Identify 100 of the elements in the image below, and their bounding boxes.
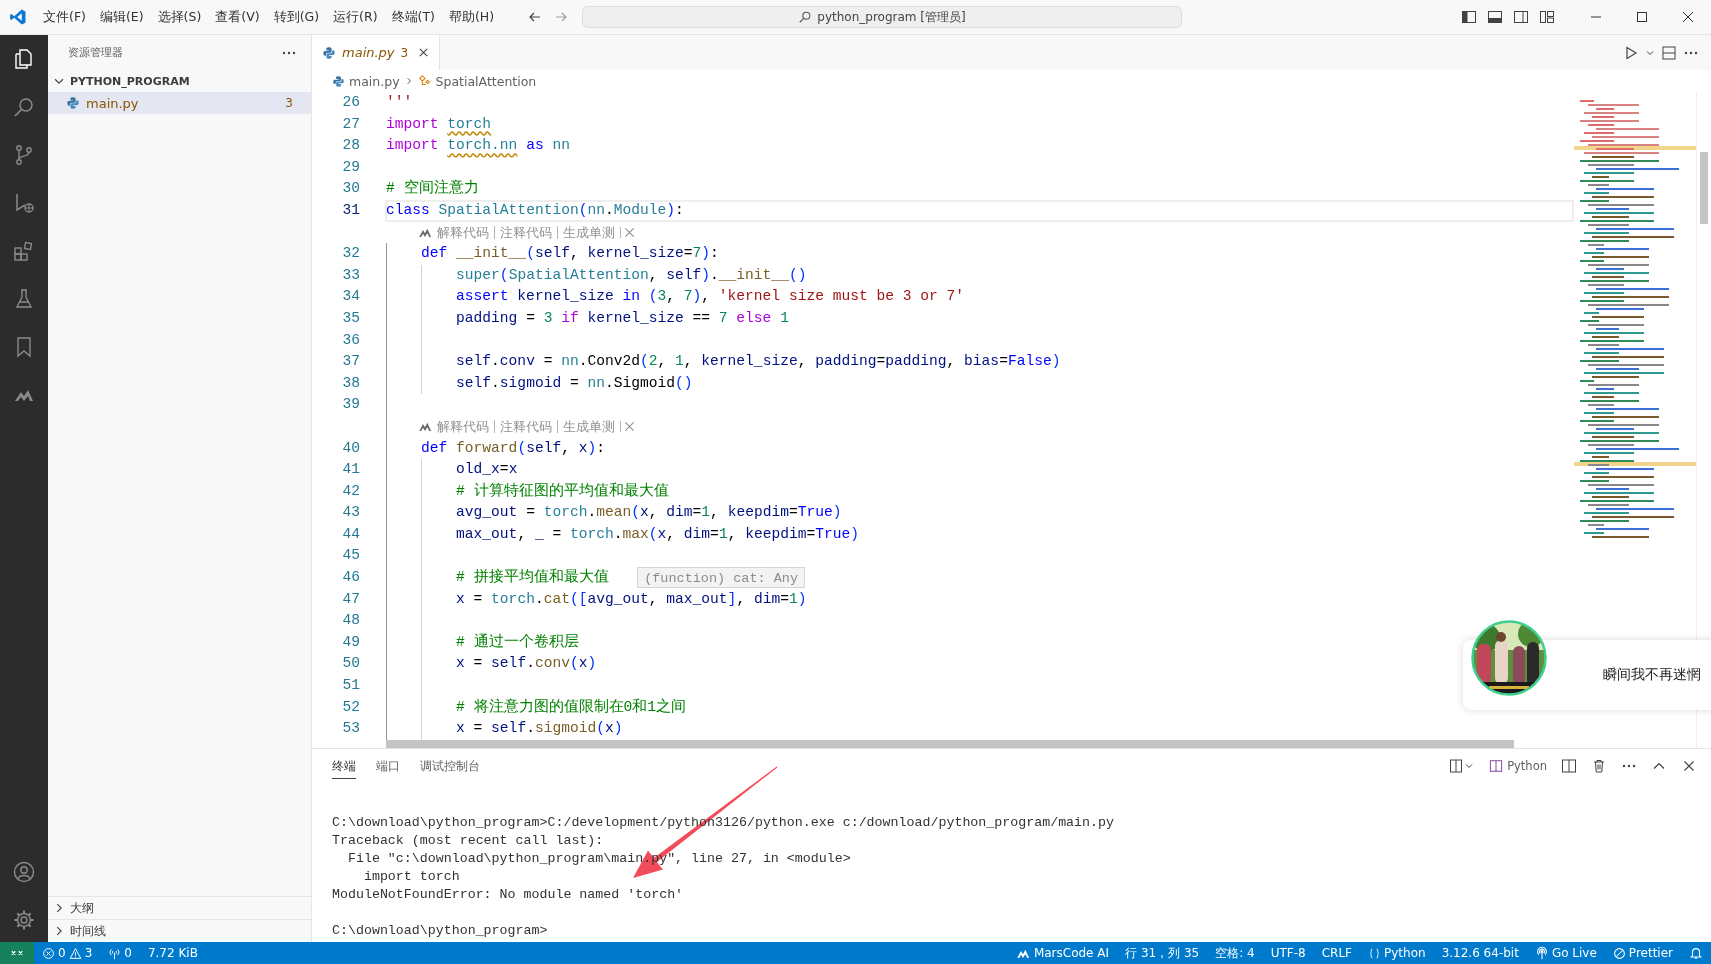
codelens-link[interactable]: 注释代码 xyxy=(493,420,557,434)
code-line: # 空间注意力 xyxy=(386,180,479,197)
run-icon[interactable] xyxy=(1623,44,1639,61)
scrollbar[interactable] xyxy=(1700,152,1708,224)
marscode-status[interactable]: MarsCode AI xyxy=(1007,942,1118,964)
line-number: 31 xyxy=(341,200,360,220)
menu-item[interactable]: 运行(R) xyxy=(327,5,384,29)
terminal-line: import torch xyxy=(362,868,461,886)
error-icon xyxy=(42,946,55,960)
remote-button[interactable] xyxy=(0,942,34,964)
language-status[interactable]: Python xyxy=(1360,942,1434,964)
status-item[interactable]: 3.12.6 64-bit xyxy=(1433,942,1527,964)
codelens-link[interactable]: 生成单测 xyxy=(556,225,620,239)
code-line: max_out, _ = torch.max(x, dim=1, keepdim=True) xyxy=(455,525,860,542)
codelens-link[interactable]: 生成单测 xyxy=(556,420,620,434)
line-number: 44 xyxy=(341,524,360,544)
code-line: def __init__(self, kernel_size=7): xyxy=(420,245,719,262)
sidebar-toggle-icon[interactable] xyxy=(1461,9,1477,25)
ports-status[interactable]: 0 xyxy=(100,942,140,964)
code-line: class SpatialAttention(nn.Module): xyxy=(386,201,684,218)
breadcrumb-item[interactable]: main.py xyxy=(349,73,400,89)
line-number: 29 xyxy=(341,157,360,177)
no-entry-icon xyxy=(1612,946,1626,960)
line-number: 36 xyxy=(341,330,360,350)
code-line: # 将注意力图的值限制在0和1之间 xyxy=(455,698,687,715)
prettier-status[interactable]: Prettier xyxy=(1604,942,1681,964)
account-icon[interactable] xyxy=(12,860,36,884)
trash-icon[interactable] xyxy=(1591,758,1607,774)
line-number: 42 xyxy=(341,481,360,501)
app-logo-icon xyxy=(9,8,27,26)
panel-toggle-icon[interactable] xyxy=(1487,9,1503,25)
python-icon xyxy=(322,45,336,60)
command-center[interactable]: python_program [管理员] xyxy=(582,6,1182,28)
code-line: self.conv = nn.Conv2d(2, 1, kernel_size, padding=padding, bias=False) xyxy=(455,353,1061,370)
status-item[interactable]: 空格: 4 xyxy=(1207,942,1263,964)
warning-icon xyxy=(68,946,82,960)
status-item[interactable]: CRLF xyxy=(1313,942,1361,964)
braces-icon xyxy=(1368,946,1382,960)
file-item[interactable]: main.py 3 xyxy=(48,92,311,114)
go-live-status[interactable]: Go Live xyxy=(1526,942,1605,964)
line-number: 34 xyxy=(341,287,360,307)
line-number: 39 xyxy=(341,395,360,415)
python-icon xyxy=(332,74,345,88)
line-number: 35 xyxy=(341,308,360,328)
code-line: def forward(self, x): xyxy=(420,439,605,456)
menu-item[interactable]: 文件(F) xyxy=(37,5,92,29)
menu-item[interactable]: 终端(T) xyxy=(385,5,441,29)
panel-tab[interactable]: 终端 xyxy=(332,753,356,779)
line-number: 33 xyxy=(341,265,360,285)
line-number: 45 xyxy=(341,546,360,566)
split-editor-icon[interactable] xyxy=(1661,44,1677,61)
code-line: ''' xyxy=(386,94,413,110)
line-number: 32 xyxy=(341,244,360,264)
secondary-sidebar-icon[interactable] xyxy=(1513,9,1529,25)
terminal-tab[interactable]: Python xyxy=(1489,759,1547,773)
line-number: 52 xyxy=(341,697,360,717)
panel-tab[interactable]: 端口 xyxy=(376,753,400,779)
folder-header[interactable]: PYTHON_PROGRAM xyxy=(48,70,311,92)
codelens-link[interactable]: 注释代码 xyxy=(493,225,557,239)
settings-icon[interactable] xyxy=(12,908,36,932)
close-icon[interactable] xyxy=(418,47,430,58)
panel-tab[interactable]: 调试控制台 xyxy=(420,753,480,779)
broadcast-icon xyxy=(1534,946,1549,960)
menu-item[interactable]: 选择(S) xyxy=(151,5,208,29)
menu-item[interactable]: 帮助(H) xyxy=(442,5,501,29)
section-header[interactable]: 大纲 xyxy=(48,896,311,919)
code-line: self.sigmoid = nn.Sigmoid() xyxy=(455,374,693,391)
file-size-status[interactable]: 7.72 KiB xyxy=(139,942,206,964)
code-line: # 计算特征图的平均值和最大值 xyxy=(455,482,669,499)
menu-item[interactable]: 编辑(E) xyxy=(93,5,150,29)
line-number: 51 xyxy=(341,676,360,696)
menu-item[interactable]: 转到(G) xyxy=(267,5,326,29)
line-number: 50 xyxy=(341,654,360,674)
editor-tab[interactable]: main.py 3 xyxy=(312,35,441,70)
line-number: 28 xyxy=(341,136,360,156)
sidebar-title: 资源管理器 xyxy=(68,45,123,60)
code-line: old_x=x xyxy=(455,461,518,478)
menu-item[interactable]: 查看(V) xyxy=(209,5,266,29)
code-line: # 通过一个卷积层 xyxy=(455,633,579,650)
split-icon[interactable] xyxy=(1561,758,1577,774)
terminal-line: ModuleNotFoundError: No module named 'torch' xyxy=(332,886,685,904)
line-number: 40 xyxy=(341,438,360,458)
layout-icon[interactable] xyxy=(1539,9,1555,25)
line-number: 53 xyxy=(341,719,360,739)
codelens-link[interactable]: 解释代码 xyxy=(436,225,494,239)
search-icon[interactable] xyxy=(12,95,36,119)
line-number: 37 xyxy=(341,352,360,372)
python-icon xyxy=(66,96,80,110)
code-line: # 拼接平均值和最大值 xyxy=(455,569,609,586)
breadcrumb-item[interactable]: SpatialAttention xyxy=(435,73,537,89)
code-line: avg_out = torch.mean(x, dim=1, keepdim=True) xyxy=(455,504,842,521)
scrollbar[interactable] xyxy=(386,740,1514,748)
code-line: padding = 3 if kernel_size == 7 else 1 xyxy=(455,309,789,326)
codelens-link[interactable]: 解释代码 xyxy=(436,420,494,434)
problems-status[interactable]: 0 3 xyxy=(34,942,101,964)
code-line: super(SpatialAttention, self).__init__() xyxy=(455,266,807,283)
bell-icon xyxy=(1689,946,1703,960)
status-item[interactable]: UTF-8 xyxy=(1262,942,1314,964)
status-item[interactable]: 行 31，列 35 xyxy=(1117,942,1208,964)
line-number: 46 xyxy=(341,568,360,588)
